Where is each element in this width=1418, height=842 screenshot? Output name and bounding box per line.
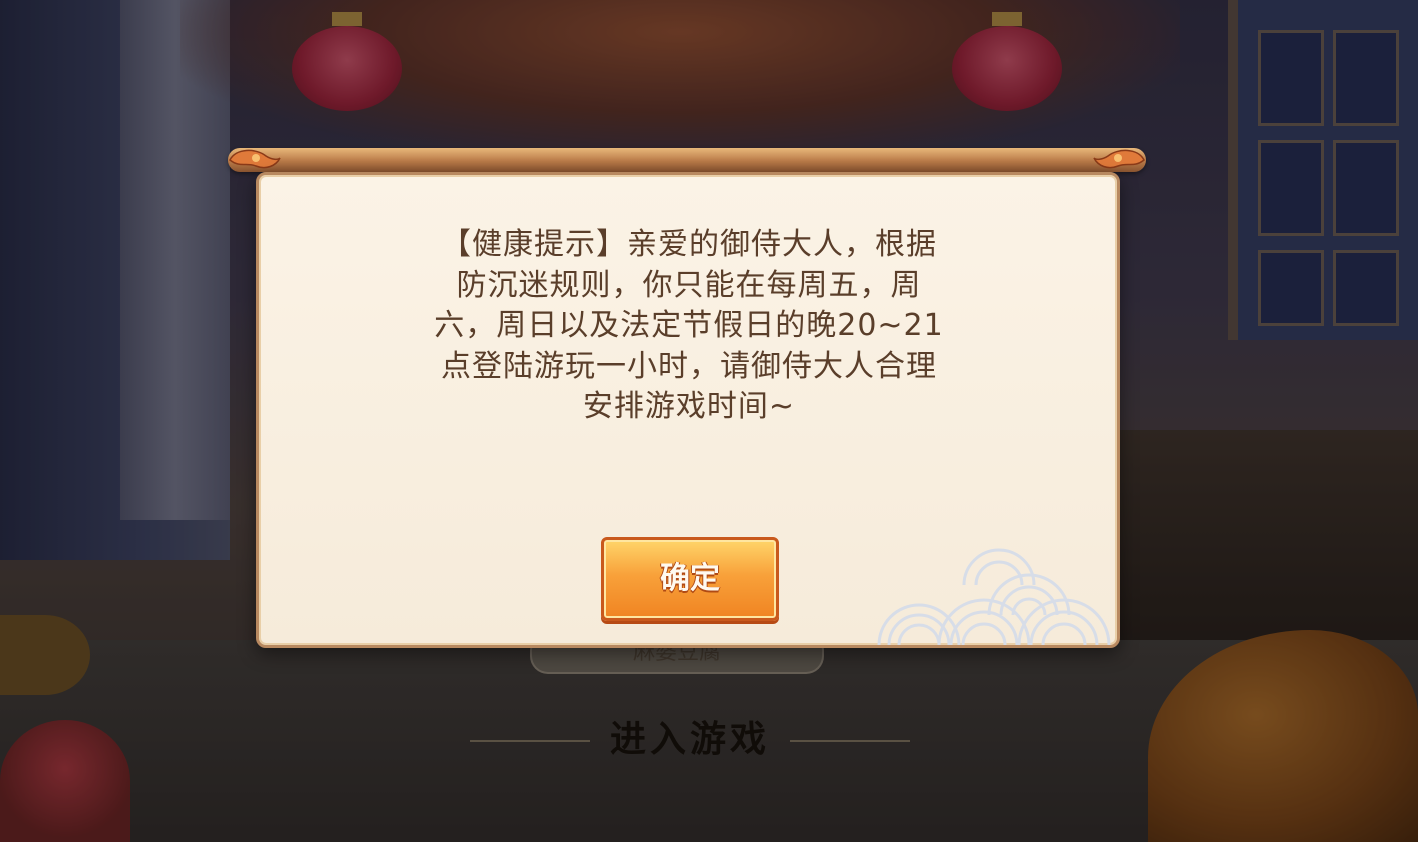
notice-line: 防沉迷规则，你只能在每周五，周	[456, 267, 922, 303]
health-notice-text: 【健康提示】亲爱的御侍大人，根据 防沉迷规则，你只能在每周五，周 六，周日以及法…	[409, 225, 969, 428]
scroll-cap-left-icon	[229, 149, 281, 169]
game-screen: 麻婆豆腐 进入游戏 【健康提示】亲爱的御侍大人，根据 防沉迷规则，你只能在每周五…	[0, 0, 1418, 842]
scroll-cap-right-icon	[1093, 149, 1145, 169]
notice-line: 点登陆游玩一小时，请御侍大人合理	[441, 348, 937, 384]
notice-line: 【健康提示】亲爱的御侍大人，根据	[441, 227, 937, 262]
cloud-wave-decoration	[877, 548, 1111, 645]
notice-line: 安排游戏时间~	[582, 389, 796, 424]
notice-line: 六，周日以及法定节假日的晚20~21	[434, 308, 944, 343]
dialog-scroll-rod	[228, 148, 1146, 172]
health-notice-dialog: 【健康提示】亲爱的御侍大人，根据 防沉迷规则，你只能在每周五，周 六，周日以及法…	[256, 172, 1120, 648]
confirm-button-label: 确定	[660, 561, 720, 596]
confirm-button[interactable]: 确定	[601, 537, 779, 621]
